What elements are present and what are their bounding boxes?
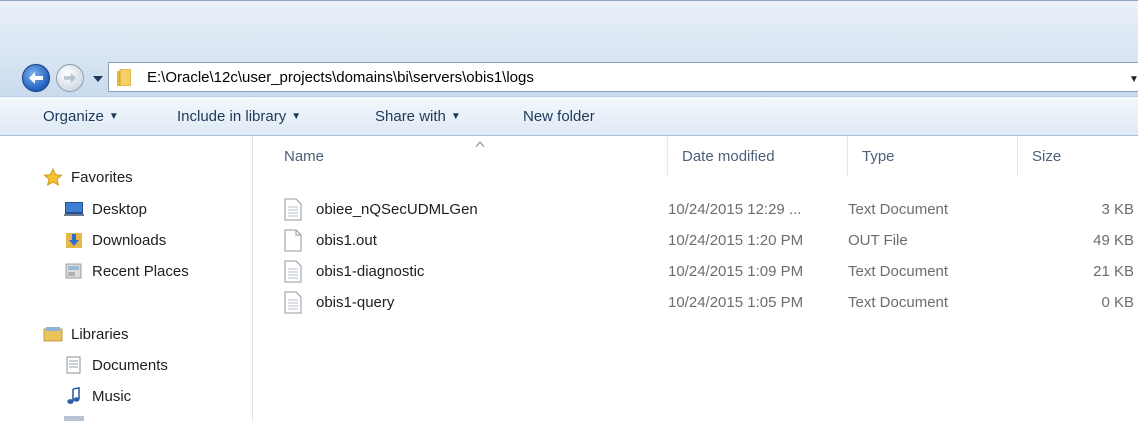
- chevron-down-icon: ▼: [108, 111, 119, 122]
- libraries-icon: [43, 327, 63, 342]
- nav-item-documents[interactable]: Documents: [64, 356, 168, 374]
- file-size: 3 KB: [1101, 201, 1134, 218]
- column-header-name[interactable]: Name: [270, 136, 668, 176]
- text-document-icon: [284, 198, 302, 221]
- desktop-icon: [64, 202, 84, 216]
- text-document-icon: [284, 291, 302, 314]
- file-date: 10/24/2015 1:05 PM: [668, 294, 804, 311]
- command-bar: Organize ▼ Include in library ▼ Share with…: [0, 96, 1138, 136]
- address-input[interactable]: E:\Oracle\12c\user_projects\domains\bi\s…: [108, 62, 1138, 92]
- file-name: obis1-diagnostic: [316, 263, 425, 280]
- file-size: 21 KB: [1093, 263, 1134, 280]
- navigation-pane: Favorites Desktop Downloads Recent Place…: [0, 136, 253, 421]
- address-path: E:\Oracle\12c\user_projects\domains\bi\s…: [147, 69, 534, 86]
- organize-label: Organize: [43, 108, 104, 125]
- column-header-date-modified[interactable]: Date modified: [668, 136, 848, 176]
- nav-label-favorites: Favorites: [71, 168, 133, 186]
- nav-item-downloads[interactable]: Downloads: [64, 231, 166, 249]
- column-header-type-label: Type: [862, 147, 895, 165]
- chevron-down-icon: ▼: [450, 111, 461, 122]
- nav-item-music[interactable]: Music: [64, 387, 131, 405]
- chevron-down-icon: ▼: [291, 111, 302, 122]
- file-type: Text Document: [848, 294, 949, 311]
- column-header-name-label: Name: [284, 147, 325, 165]
- address-bar-row: E:\Oracle\12c\user_projects\domains\bi\s…: [0, 58, 1138, 96]
- back-arrow-icon: [29, 72, 43, 84]
- back-button[interactable]: [22, 64, 50, 92]
- nav-item-libraries[interactable]: Libraries: [43, 325, 129, 343]
- file-name: obis1.out: [316, 232, 377, 249]
- file-size: 0 KB: [1101, 294, 1134, 311]
- nav-label-downloads: Downloads: [92, 231, 167, 249]
- documents-icon: [66, 356, 81, 374]
- new-folder-button[interactable]: New folder: [523, 108, 595, 125]
- file-list: Name Date modified Type Size obiee_nQSec…: [254, 136, 1138, 421]
- file-name: obiee_nQSecUDMLGen: [316, 201, 478, 218]
- file-type: Text Document: [848, 201, 949, 218]
- nav-item-desktop[interactable]: Desktop: [64, 200, 147, 218]
- nav-label-desktop: Desktop: [92, 200, 148, 218]
- nav-item-recent-places[interactable]: Recent Places: [64, 262, 189, 280]
- downloads-folder-icon: [66, 233, 82, 248]
- forward-arrow-icon: [64, 72, 76, 84]
- include-in-library-button[interactable]: Include in library ▼: [177, 108, 301, 125]
- file-date: 10/24/2015 1:20 PM: [668, 232, 804, 249]
- table-row[interactable]: obis1-query 10/24/2015 1:05 PM Text Docu…: [254, 288, 1138, 319]
- table-row[interactable]: obis1.out 10/24/2015 1:20 PM OUT File 49…: [254, 226, 1138, 257]
- file-size: 49 KB: [1093, 232, 1134, 249]
- include-in-library-label: Include in library: [177, 108, 287, 125]
- folder-icon: [117, 69, 131, 86]
- file-date: 10/24/2015 1:09 PM: [668, 263, 804, 280]
- star-icon: [43, 168, 63, 186]
- nav-label-documents: Documents: [92, 356, 168, 374]
- nav-label-libraries: Libraries: [71, 325, 129, 343]
- table-row[interactable]: obiee_nQSecUDMLGen 10/24/2015 12:29 ... …: [254, 195, 1138, 226]
- forward-button[interactable]: [56, 64, 84, 92]
- column-header-type[interactable]: Type: [848, 136, 1018, 176]
- music-note-icon: [67, 387, 80, 404]
- nav-label-music: Music: [92, 387, 132, 405]
- recent-places-icon: [65, 263, 82, 279]
- file-date: 10/24/2015 12:29 ...: [668, 201, 802, 218]
- column-header-size-label: Size: [1032, 147, 1062, 165]
- pictures-icon-partial: [64, 416, 84, 421]
- recent-pages-dropdown-icon[interactable]: [92, 73, 104, 85]
- organize-button[interactable]: Organize ▼: [43, 108, 119, 125]
- sort-ascending-icon: [475, 141, 485, 147]
- new-folder-label: New folder: [523, 108, 595, 125]
- share-with-label: Share with: [375, 108, 446, 125]
- blank-file-icon: [284, 229, 302, 252]
- column-header-size[interactable]: Size: [1018, 136, 1138, 176]
- file-name: obis1-query: [316, 294, 395, 311]
- address-dropdown-icon[interactable]: ▼: [1129, 74, 1138, 85]
- window-title-area: [0, 0, 1138, 58]
- text-document-icon: [284, 260, 302, 283]
- share-with-button[interactable]: Share with ▼: [375, 108, 461, 125]
- nav-item-favorites[interactable]: Favorites: [43, 168, 133, 186]
- file-type: OUT File: [848, 232, 908, 249]
- table-row[interactable]: obis1-diagnostic 10/24/2015 1:09 PM Text…: [254, 257, 1138, 288]
- nav-label-recent-places: Recent Places: [92, 262, 189, 280]
- column-header-date-label: Date modified: [682, 147, 775, 165]
- file-type: Text Document: [848, 263, 949, 280]
